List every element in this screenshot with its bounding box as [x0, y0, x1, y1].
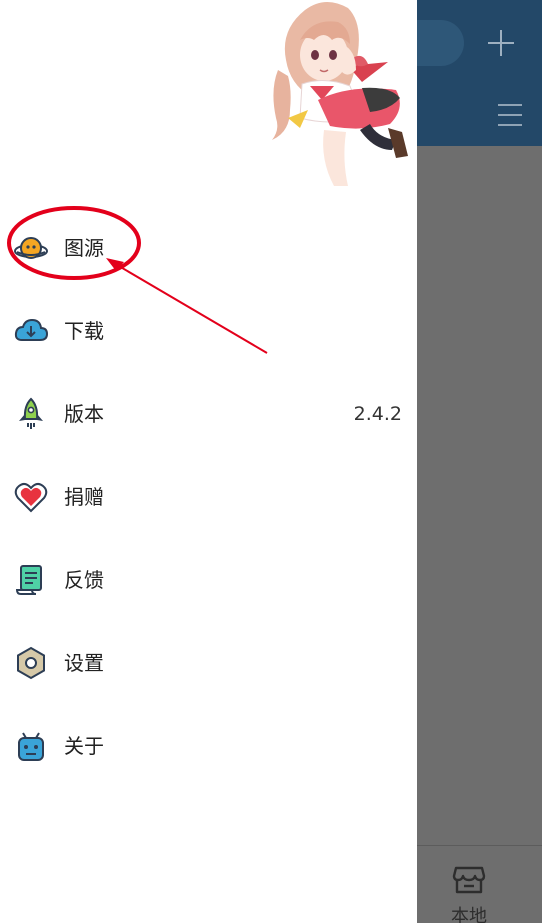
cloud-download-icon: [14, 318, 48, 341]
bottom-nav-local[interactable]: 本地: [440, 854, 498, 923]
menu-item-label: 关于: [64, 734, 104, 758]
menu-icon[interactable]: [498, 104, 522, 126]
menu-item-settings[interactable]: 设置: [0, 622, 417, 705]
menu-item-donate[interactable]: 捐赠: [0, 456, 417, 539]
robot-icon: [18, 732, 44, 761]
menu-item-version[interactable]: 版本 2.4.2: [0, 373, 417, 456]
menu-item-label: 下载: [64, 319, 104, 343]
document-icon: [15, 565, 42, 595]
planet-icon: [14, 237, 48, 259]
store-icon: [452, 866, 486, 894]
rocket-icon: [19, 397, 43, 429]
hex-nut-icon: [17, 646, 45, 680]
menu-item-about[interactable]: 关于: [0, 705, 417, 788]
menu-item-label: 反馈: [64, 568, 104, 592]
menu-item-feedback[interactable]: 反馈: [0, 539, 417, 622]
menu-item-download[interactable]: 下载: [0, 290, 417, 373]
add-icon[interactable]: [486, 28, 516, 58]
header-character-illustration: [272, 1, 408, 186]
menu-item-label: 捐赠: [64, 485, 104, 509]
menu-item-image-source[interactable]: 图源: [0, 207, 417, 290]
bottom-nav-local-label: 本地: [451, 906, 487, 923]
heart-icon: [14, 482, 48, 513]
navigation-drawer: 图源 下载 版本 2.4.2 捐赠 反馈 设置 关于: [0, 0, 417, 923]
menu-item-label: 图源: [64, 236, 104, 260]
menu-item-label: 版本: [64, 402, 104, 426]
menu-item-label: 设置: [64, 651, 104, 675]
version-number: 2.4.2: [353, 403, 402, 425]
